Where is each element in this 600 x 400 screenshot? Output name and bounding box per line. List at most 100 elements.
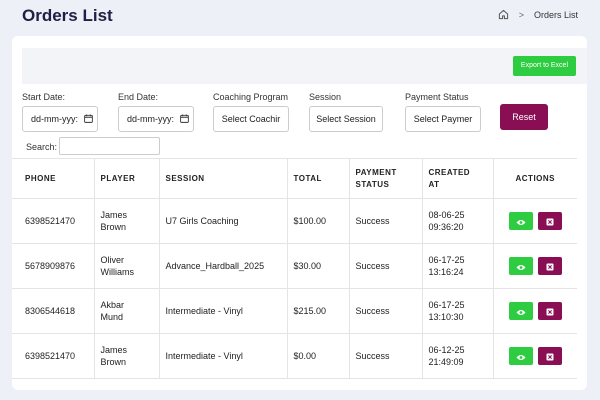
created-time: 09:36:20 <box>428 222 464 232</box>
view-button[interactable] <box>508 347 533 365</box>
table-row: 5678909876 Oliver Williams Advance_Hardba… <box>12 243 577 289</box>
cell-payment-status: Success <box>348 333 422 379</box>
export-to-excel-button[interactable]: Export to Excel <box>512 56 576 76</box>
player-first-name: Oliver <box>100 255 125 265</box>
column-header-phone[interactable]: PHONE <box>12 158 94 199</box>
home-icon[interactable] <box>498 9 509 20</box>
search-input[interactable] <box>59 137 160 155</box>
cell-total: $215.00 <box>286 288 349 334</box>
table-row: 6398521470 James Brown U7 Girls Coaching … <box>12 198 577 244</box>
table-row: 8306544618 Akbar Mund Intermediate - Viny… <box>12 288 577 334</box>
cell-total: $30.00 <box>286 243 349 289</box>
calendar-icon[interactable] <box>180 113 189 125</box>
start-date-value: dd-mm-yyy: <box>31 114 78 124</box>
delete-button[interactable] <box>537 347 562 365</box>
created-date: 06-17-25 <box>428 255 465 265</box>
cell-phone: 6398521470 <box>12 198 94 244</box>
table-row: 6398521470 James Brown Intermediate - Vin… <box>12 333 577 379</box>
view-button[interactable] <box>508 212 533 230</box>
session-label: Session <box>309 92 342 102</box>
column-header-total[interactable]: TOTAL <box>286 158 349 199</box>
cell-created-at: 06-12-25 21:49:09 <box>421 333 493 379</box>
delete-button[interactable] <box>537 257 562 275</box>
cell-session: Advance_Hardball_2025 <box>158 243 287 289</box>
created-time: 13:16:24 <box>428 267 464 277</box>
cell-actions <box>492 198 577 244</box>
cell-created-at: 08-06-25 09:36:20 <box>421 198 493 244</box>
close-square-icon <box>546 214 554 229</box>
header-text: AT <box>428 179 440 189</box>
created-date: 06-12-25 <box>428 345 465 355</box>
created-time: 13:10:30 <box>428 312 464 322</box>
player-last-name: Mund <box>100 312 124 322</box>
column-header-actions: ACTIONS <box>492 158 577 199</box>
close-square-icon <box>546 304 554 319</box>
created-time: 21:49:09 <box>428 357 464 367</box>
cell-total: $100.00 <box>286 198 349 244</box>
breadcrumb-current: Orders List <box>533 9 578 20</box>
search-label: Search: <box>26 142 58 152</box>
eye-icon <box>516 349 526 364</box>
column-header-created-at[interactable]: CREATED AT <box>421 158 493 199</box>
payment-status-label: Payment Status <box>405 92 469 102</box>
table-header-row: PHONE PLAYER SESSION TOTAL PAYMENT STATU… <box>12 158 577 199</box>
session-filter: Session Select Session <box>309 92 383 132</box>
coaching-program-filter: Coaching Program Select Coachir <box>213 92 289 132</box>
cell-player: James Brown <box>93 333 159 379</box>
cell-player: Oliver Williams <box>93 243 159 289</box>
cell-payment-status: Success <box>348 198 422 244</box>
cell-total: $0.00 <box>286 333 349 379</box>
cell-created-at: 06-17-25 13:16:24 <box>421 243 493 289</box>
session-select[interactable]: Select Session <box>309 106 383 132</box>
header-text: STATUS <box>355 179 390 189</box>
payment-status-select[interactable]: Select Paymer <box>405 106 481 132</box>
delete-button[interactable] <box>537 212 562 230</box>
column-header-player[interactable]: PLAYER <box>93 158 159 199</box>
cell-player: Akbar Mund <box>93 288 159 334</box>
eye-icon <box>516 259 526 274</box>
start-date-input[interactable]: dd-mm-yyy: <box>22 106 98 132</box>
coaching-program-select[interactable]: Select Coachir <box>213 106 289 132</box>
created-date: 06-17-25 <box>428 300 465 310</box>
created-date: 08-06-25 <box>428 210 465 220</box>
cell-actions <box>492 333 577 379</box>
cell-player: James Brown <box>93 198 159 244</box>
view-button[interactable] <box>508 302 533 320</box>
player-first-name: Akbar <box>100 300 125 310</box>
page-title: Orders List <box>22 6 113 25</box>
cell-payment-status: Success <box>348 243 422 289</box>
cell-created-at: 06-17-25 13:10:30 <box>421 288 493 334</box>
player-last-name: Williams <box>100 267 135 277</box>
column-header-payment-status[interactable]: PAYMENT STATUS <box>348 158 422 199</box>
cell-session: Intermediate - Vinyl <box>158 288 287 334</box>
view-button[interactable] <box>508 257 533 275</box>
cell-phone: 5678909876 <box>12 243 94 289</box>
cell-payment-status: Success <box>348 288 422 334</box>
cell-actions <box>492 288 577 334</box>
cell-phone: 6398521470 <box>12 333 94 379</box>
player-last-name: Brown <box>100 357 127 367</box>
close-square-icon <box>546 349 554 364</box>
end-date-input[interactable]: dd-mm-yyy: <box>118 106 194 132</box>
close-square-icon <box>546 259 554 274</box>
eye-icon <box>516 304 526 319</box>
end-date-label: End Date: <box>118 92 159 102</box>
reset-button[interactable]: Reset <box>500 104 548 130</box>
start-date-label: Start Date: <box>22 92 66 102</box>
cell-actions <box>492 243 577 289</box>
calendar-icon[interactable] <box>84 113 93 125</box>
column-header-session[interactable]: SESSION <box>158 158 287 199</box>
orders-table: PHONE PLAYER SESSION TOTAL PAYMENT STATU… <box>12 158 577 379</box>
cell-phone: 8306544618 <box>12 288 94 334</box>
payment-status-filter: Payment Status Select Paymer <box>405 92 481 132</box>
player-first-name: James <box>100 210 128 220</box>
end-date-value: dd-mm-yyy: <box>127 114 174 124</box>
player-last-name: Brown <box>100 222 127 232</box>
start-date-filter: Start Date: dd-mm-yyy: <box>22 92 98 132</box>
delete-button[interactable] <box>537 302 562 320</box>
toolbar: Export to Excel <box>22 48 587 84</box>
coaching-program-label: Coaching Program <box>213 92 289 102</box>
header-text: PAYMENT <box>355 167 397 177</box>
cell-session: Intermediate - Vinyl <box>158 333 287 379</box>
player-first-name: James <box>100 345 128 355</box>
